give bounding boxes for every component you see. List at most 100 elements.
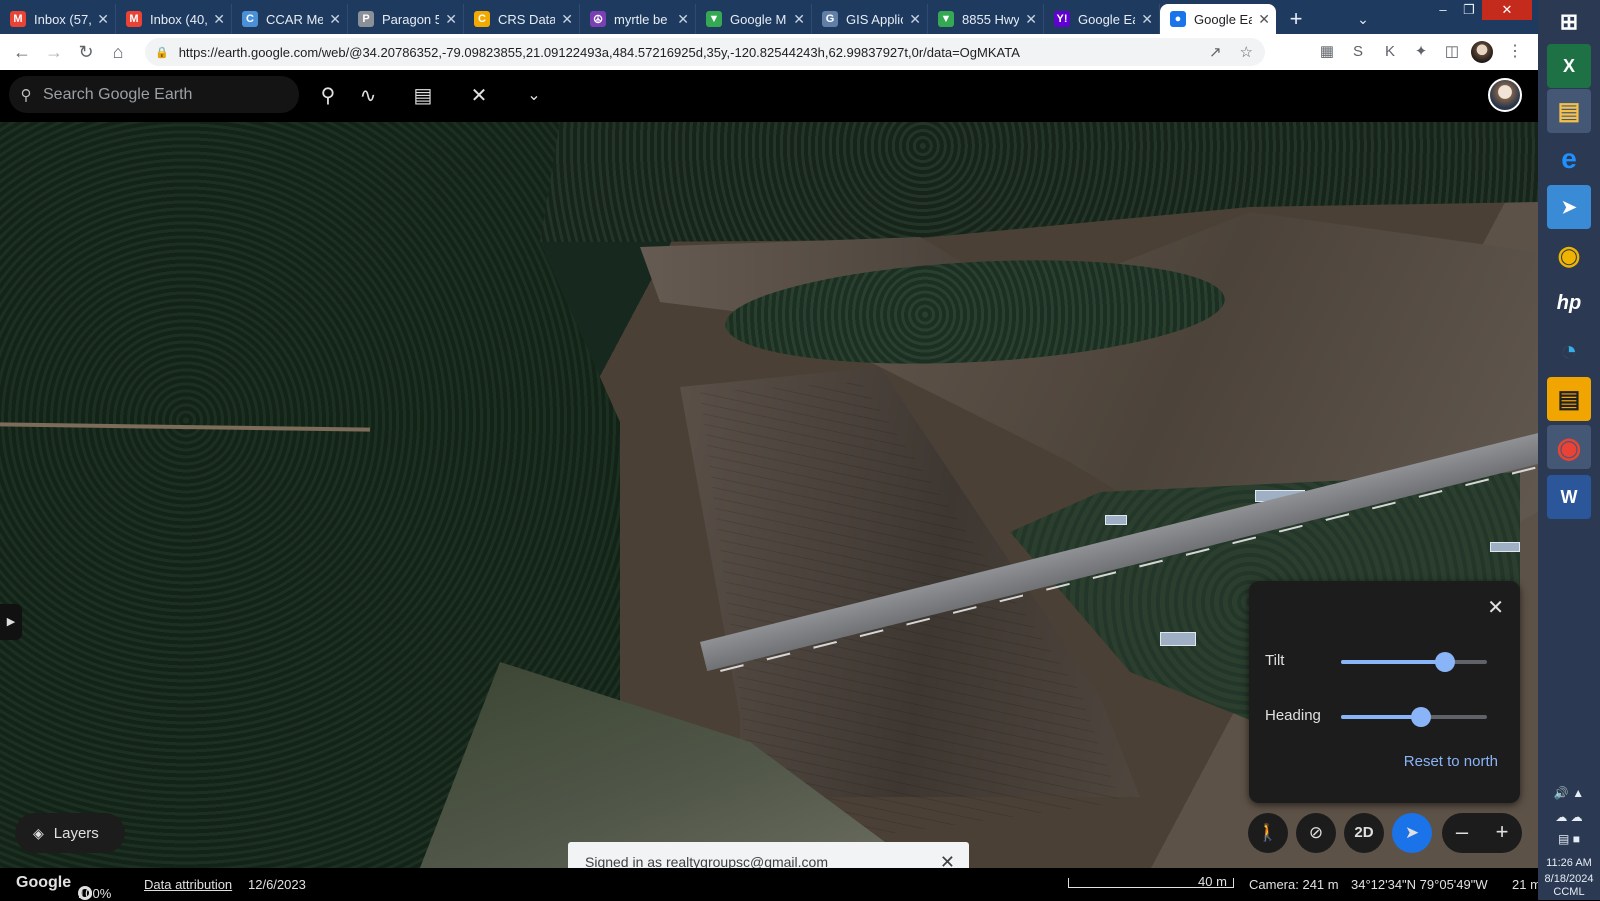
internet-explorer-icon[interactable]: e bbox=[1547, 137, 1591, 181]
zoom-in-button[interactable]: + bbox=[1482, 813, 1522, 853]
browser-tab[interactable]: M Inbox (57, ✕ bbox=[0, 4, 116, 34]
tray-icons-2[interactable]: ▤ ■ bbox=[1542, 832, 1596, 846]
maps-icon: ▼ bbox=[706, 11, 722, 27]
data-attribution-link[interactable]: Data attribution bbox=[144, 877, 232, 892]
recenter-icon[interactable]: ⊘ bbox=[1296, 813, 1336, 853]
lock-icon: 🔒 bbox=[155, 46, 169, 59]
heading-slider[interactable] bbox=[1341, 707, 1487, 727]
extension-s-icon[interactable]: S bbox=[1343, 34, 1373, 70]
more-tools-chevron-icon[interactable]: ⌄ bbox=[518, 80, 550, 112]
ccar-icon: C bbox=[242, 11, 258, 27]
tab-close-icon[interactable]: ✕ bbox=[213, 11, 225, 28]
tab-close-icon[interactable]: ✕ bbox=[1258, 11, 1270, 28]
paragon-icon: P bbox=[358, 11, 374, 27]
search-icon: ⚲ bbox=[20, 86, 32, 104]
earth-search-input[interactable] bbox=[43, 85, 273, 104]
toggle-2d-button[interactable]: 2D bbox=[1344, 813, 1384, 853]
path-polygon-icon[interactable]: ∿ bbox=[352, 80, 384, 112]
tab-close-icon[interactable]: ✕ bbox=[677, 11, 689, 28]
new-tab-button[interactable]: + bbox=[1276, 4, 1316, 34]
compass-icon[interactable]: ➤ bbox=[1392, 813, 1432, 853]
tab-close-icon[interactable]: ✕ bbox=[909, 11, 921, 28]
earth-icon: ● bbox=[1170, 11, 1186, 27]
measure-ruler-icon[interactable]: ▤ bbox=[407, 80, 439, 112]
back-icon[interactable]: ← bbox=[6, 36, 38, 68]
heading-slider-knob[interactable] bbox=[1411, 707, 1432, 727]
layers-button[interactable]: ◈ Layers bbox=[15, 813, 125, 853]
browser-tab[interactable]: Y! Google Ea ✕ bbox=[1044, 4, 1160, 34]
extensions-puzzle-icon[interactable]: ✦ bbox=[1406, 34, 1436, 70]
bookmark-star-icon[interactable]: ☆ bbox=[1240, 43, 1253, 61]
restore-button[interactable]: ❐ bbox=[1456, 0, 1482, 20]
tilt-slider-fill bbox=[1341, 660, 1445, 664]
tab-close-icon[interactable]: ✕ bbox=[1025, 11, 1037, 28]
browser-tab[interactable]: ● Google Ea ✕ bbox=[1160, 4, 1276, 34]
render-percent: 100% bbox=[78, 886, 112, 901]
earth-search-box[interactable]: ⚲ bbox=[9, 76, 299, 113]
gmail-icon: M bbox=[126, 11, 142, 27]
house-roof bbox=[1490, 542, 1520, 552]
browser-profile-avatar[interactable] bbox=[1471, 41, 1493, 63]
tab-title: 8855 Hwy bbox=[962, 11, 1020, 27]
reload-icon[interactable]: ↻ bbox=[70, 36, 102, 68]
earth-toolbar: ⚲ ⚲ ∿ ▤ ✕ ⌄ bbox=[0, 70, 1538, 122]
pegman-street-view-icon[interactable]: 🚶 bbox=[1248, 813, 1288, 853]
tab-close-icon[interactable]: ✕ bbox=[329, 11, 341, 28]
hp-icon[interactable]: hp bbox=[1547, 281, 1591, 325]
windows-start-icon[interactable]: ⊞ bbox=[1547, 0, 1591, 44]
volume-icon[interactable]: 🔊 ▲ bbox=[1542, 786, 1596, 800]
earth-account-avatar[interactable] bbox=[1488, 78, 1522, 112]
tilt-slider[interactable] bbox=[1341, 652, 1487, 672]
heading-slider-fill bbox=[1341, 715, 1422, 719]
side-panel-icon[interactable]: ◫ bbox=[1437, 34, 1467, 70]
edge-icon[interactable]: ◔ bbox=[1547, 329, 1591, 373]
browser-tab[interactable]: ▼ Google M ✕ bbox=[696, 4, 812, 34]
url-text[interactable]: https://earth.google.com/web/@34.2078635… bbox=[179, 45, 1209, 60]
tab-close-icon[interactable]: ✕ bbox=[1141, 11, 1153, 28]
browser-tab[interactable]: ☮ myrtle be ✕ bbox=[580, 4, 696, 34]
clock-time[interactable]: 11:26 AM bbox=[1542, 857, 1596, 869]
browser-tab[interactable]: C CRS Data ✕ bbox=[464, 4, 580, 34]
extension-k-icon[interactable]: K bbox=[1375, 34, 1405, 70]
tab-title: Paragon 5 bbox=[382, 11, 440, 27]
clock-date[interactable]: 8/18/2024 bbox=[1542, 873, 1596, 885]
browser-tab[interactable]: C CCAR Mer ✕ bbox=[232, 4, 348, 34]
tab-close-icon[interactable]: ✕ bbox=[561, 11, 573, 28]
close-icon[interactable]: ✕ bbox=[1487, 595, 1504, 620]
tab-close-icon[interactable]: ✕ bbox=[445, 11, 457, 28]
forward-icon[interactable]: → bbox=[38, 36, 70, 68]
excel-icon[interactable]: X bbox=[1547, 44, 1591, 88]
sidebar-expand-toggle[interactable]: ▶ bbox=[0, 604, 22, 640]
project-tools-icon[interactable]: ✕ bbox=[463, 80, 495, 112]
browser-tab[interactable]: P Paragon 5 ✕ bbox=[348, 4, 464, 34]
window-close-button[interactable]: ✕ bbox=[1482, 0, 1532, 20]
browser-tab[interactable]: ▼ 8855 Hwy ✕ bbox=[928, 4, 1044, 34]
tab-close-icon[interactable]: ✕ bbox=[97, 11, 109, 28]
rocket-app-icon[interactable]: ➤ bbox=[1547, 185, 1591, 229]
address-bar[interactable]: 🔒 https://earth.google.com/web/@34.20786… bbox=[145, 38, 1265, 66]
extension-icon[interactable]: ▦ bbox=[1312, 34, 1342, 70]
globe-app-icon[interactable]: ▤ bbox=[1547, 377, 1591, 421]
browser-tab[interactable]: G GIS Applic ✕ bbox=[812, 4, 928, 34]
browser-menu-icon[interactable]: ⋮ bbox=[1507, 34, 1523, 70]
tilt-label: Tilt bbox=[1265, 652, 1285, 669]
tab-title: Google Ea bbox=[1194, 11, 1253, 27]
share-icon[interactable]: ↗ bbox=[1209, 43, 1222, 61]
chrome-icon[interactable]: ◉ bbox=[1547, 425, 1591, 469]
tilt-slider-knob[interactable] bbox=[1434, 652, 1455, 672]
tab-close-icon[interactable]: ✕ bbox=[793, 11, 805, 28]
media-app-icon[interactable]: ◉ bbox=[1547, 233, 1591, 277]
reset-to-north-button[interactable]: Reset to north bbox=[1404, 753, 1498, 770]
browser-tab[interactable]: M Inbox (40, ✕ bbox=[116, 4, 232, 34]
file-explorer-icon[interactable]: ▤ bbox=[1547, 89, 1591, 133]
home-icon[interactable]: ⌂ bbox=[102, 36, 134, 68]
zoom-out-button[interactable]: – bbox=[1442, 813, 1482, 853]
crs-icon: C bbox=[474, 11, 490, 27]
tab-title: Inbox (40, bbox=[150, 11, 208, 27]
gis-icon: G bbox=[822, 11, 838, 27]
minimize-button[interactable]: – bbox=[1430, 0, 1456, 20]
placemark-icon[interactable]: ⚲ bbox=[312, 80, 344, 112]
tray-icons[interactable]: ☁ ☁ bbox=[1542, 810, 1596, 824]
tab-search-dropdown[interactable]: ⌄ bbox=[1346, 4, 1380, 34]
word-icon[interactable]: W bbox=[1547, 475, 1591, 519]
